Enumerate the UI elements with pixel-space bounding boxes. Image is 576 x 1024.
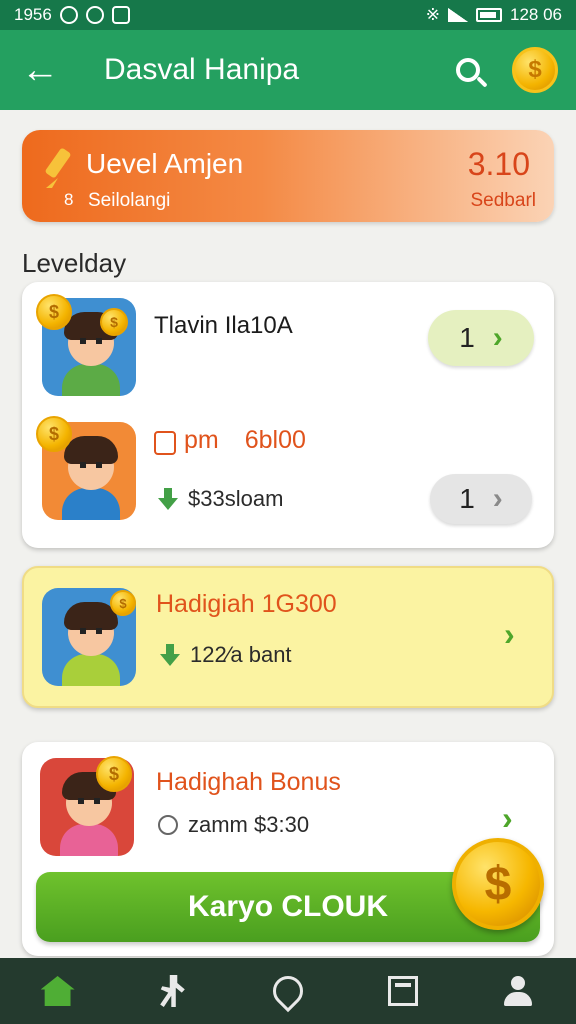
reward-stat: 122⁄a bant xyxy=(160,642,292,668)
status-bar: 1956 ※ 128 06 xyxy=(0,0,576,30)
coin-icon: $ xyxy=(110,590,136,616)
coin-icon: $ xyxy=(100,308,128,336)
level-count-button[interactable]: 1 › xyxy=(430,474,532,524)
stat-text: zamm $3:30 xyxy=(188,812,310,837)
location-pin-icon xyxy=(266,969,310,1013)
reward-value: 6bl00 xyxy=(244,426,306,454)
status-clock: 128 06 xyxy=(510,5,562,24)
banner-title: Uevel Amjen xyxy=(86,148,244,179)
level-card: $ $ Tlavin Ila10A 1 › $ pm 6bl00 $33sloa… xyxy=(22,282,554,548)
banner-subtitle: Seilolangi xyxy=(88,190,171,211)
nav-home[interactable] xyxy=(28,961,88,1021)
profile-icon xyxy=(502,976,534,1006)
chevron-right-icon[interactable]: › xyxy=(502,800,513,837)
bottom-nav xyxy=(0,958,576,1024)
home-icon xyxy=(40,976,75,1006)
coin-icon: $ xyxy=(96,756,132,792)
coin-icon: $ xyxy=(36,416,72,452)
page-title: Dasval Hanipa xyxy=(104,53,300,86)
reward-card[interactable]: $ Hadigiah 1G300 122⁄a bant › xyxy=(22,566,554,708)
reward-title: Hadigiah 1G300 xyxy=(156,590,337,618)
download-arrow-icon xyxy=(158,488,178,510)
stat-text: $33sloam xyxy=(188,486,284,511)
reward-stat: $33sloam xyxy=(158,486,283,512)
download-arrow-icon xyxy=(160,644,180,666)
bonus-stat: zamm $3:30 xyxy=(158,812,309,838)
running-person-icon xyxy=(160,975,185,1007)
pencil-icon xyxy=(44,147,72,190)
stat-text: 122⁄a bant xyxy=(190,642,292,667)
bonus-title: Hadighah Bonus xyxy=(156,768,341,796)
tasks-icon xyxy=(388,976,419,1006)
nav-profile[interactable] xyxy=(488,961,548,1021)
search-icon xyxy=(456,58,480,82)
battery-icon xyxy=(476,8,502,22)
coin-wallet-button[interactable]: $ xyxy=(512,47,558,93)
status-right: ※ 128 06 xyxy=(426,5,562,25)
bluetooth-icon: ※ xyxy=(425,5,440,24)
nav-location[interactable] xyxy=(258,961,318,1021)
chevron-right-icon: › xyxy=(492,482,503,515)
status-left: 1956 xyxy=(14,5,130,25)
status-chat-icon xyxy=(85,6,104,24)
back-button[interactable]: ← xyxy=(0,30,80,110)
gift-box-icon xyxy=(154,430,176,455)
reward-amount: pm 6bl00 xyxy=(154,426,306,455)
chevron-right-icon[interactable]: › xyxy=(504,616,515,653)
floating-coin-button[interactable]: $ xyxy=(452,838,544,930)
status-notify-icon xyxy=(111,6,130,24)
chevron-right-icon: › xyxy=(492,321,503,354)
count-value: 1 xyxy=(459,322,475,353)
status-app-icon xyxy=(59,6,78,24)
section-heading: Levelday xyxy=(22,248,127,278)
nav-activity[interactable] xyxy=(143,961,203,1021)
banner-sub-icon: 8 xyxy=(64,190,74,209)
coin-icon: $ xyxy=(36,294,72,330)
banner-value-label: Sedbarl xyxy=(470,190,537,211)
nav-tasks[interactable] xyxy=(373,961,433,1021)
count-value: 1 xyxy=(459,483,475,514)
dollar-coin-icon: $ xyxy=(484,857,512,911)
level-count-button[interactable]: 1 › xyxy=(428,310,534,366)
level-banner[interactable]: Uevel Amjen 8 Seilolangi 3.10 Sedbarl xyxy=(22,130,554,222)
back-arrow-icon: ← xyxy=(21,48,59,91)
search-button[interactable] xyxy=(442,44,494,96)
clock-icon xyxy=(158,815,178,835)
status-time: 1956 xyxy=(14,5,52,24)
signal-icon xyxy=(448,8,468,22)
coin-icon: $ xyxy=(528,56,542,83)
app-bar: ← Dasval Hanipa $ xyxy=(0,30,576,110)
reward-prefix: pm xyxy=(184,426,219,454)
row-title: Tlavin Ila10A xyxy=(154,312,293,339)
banner-value: 3.10 xyxy=(467,146,530,182)
